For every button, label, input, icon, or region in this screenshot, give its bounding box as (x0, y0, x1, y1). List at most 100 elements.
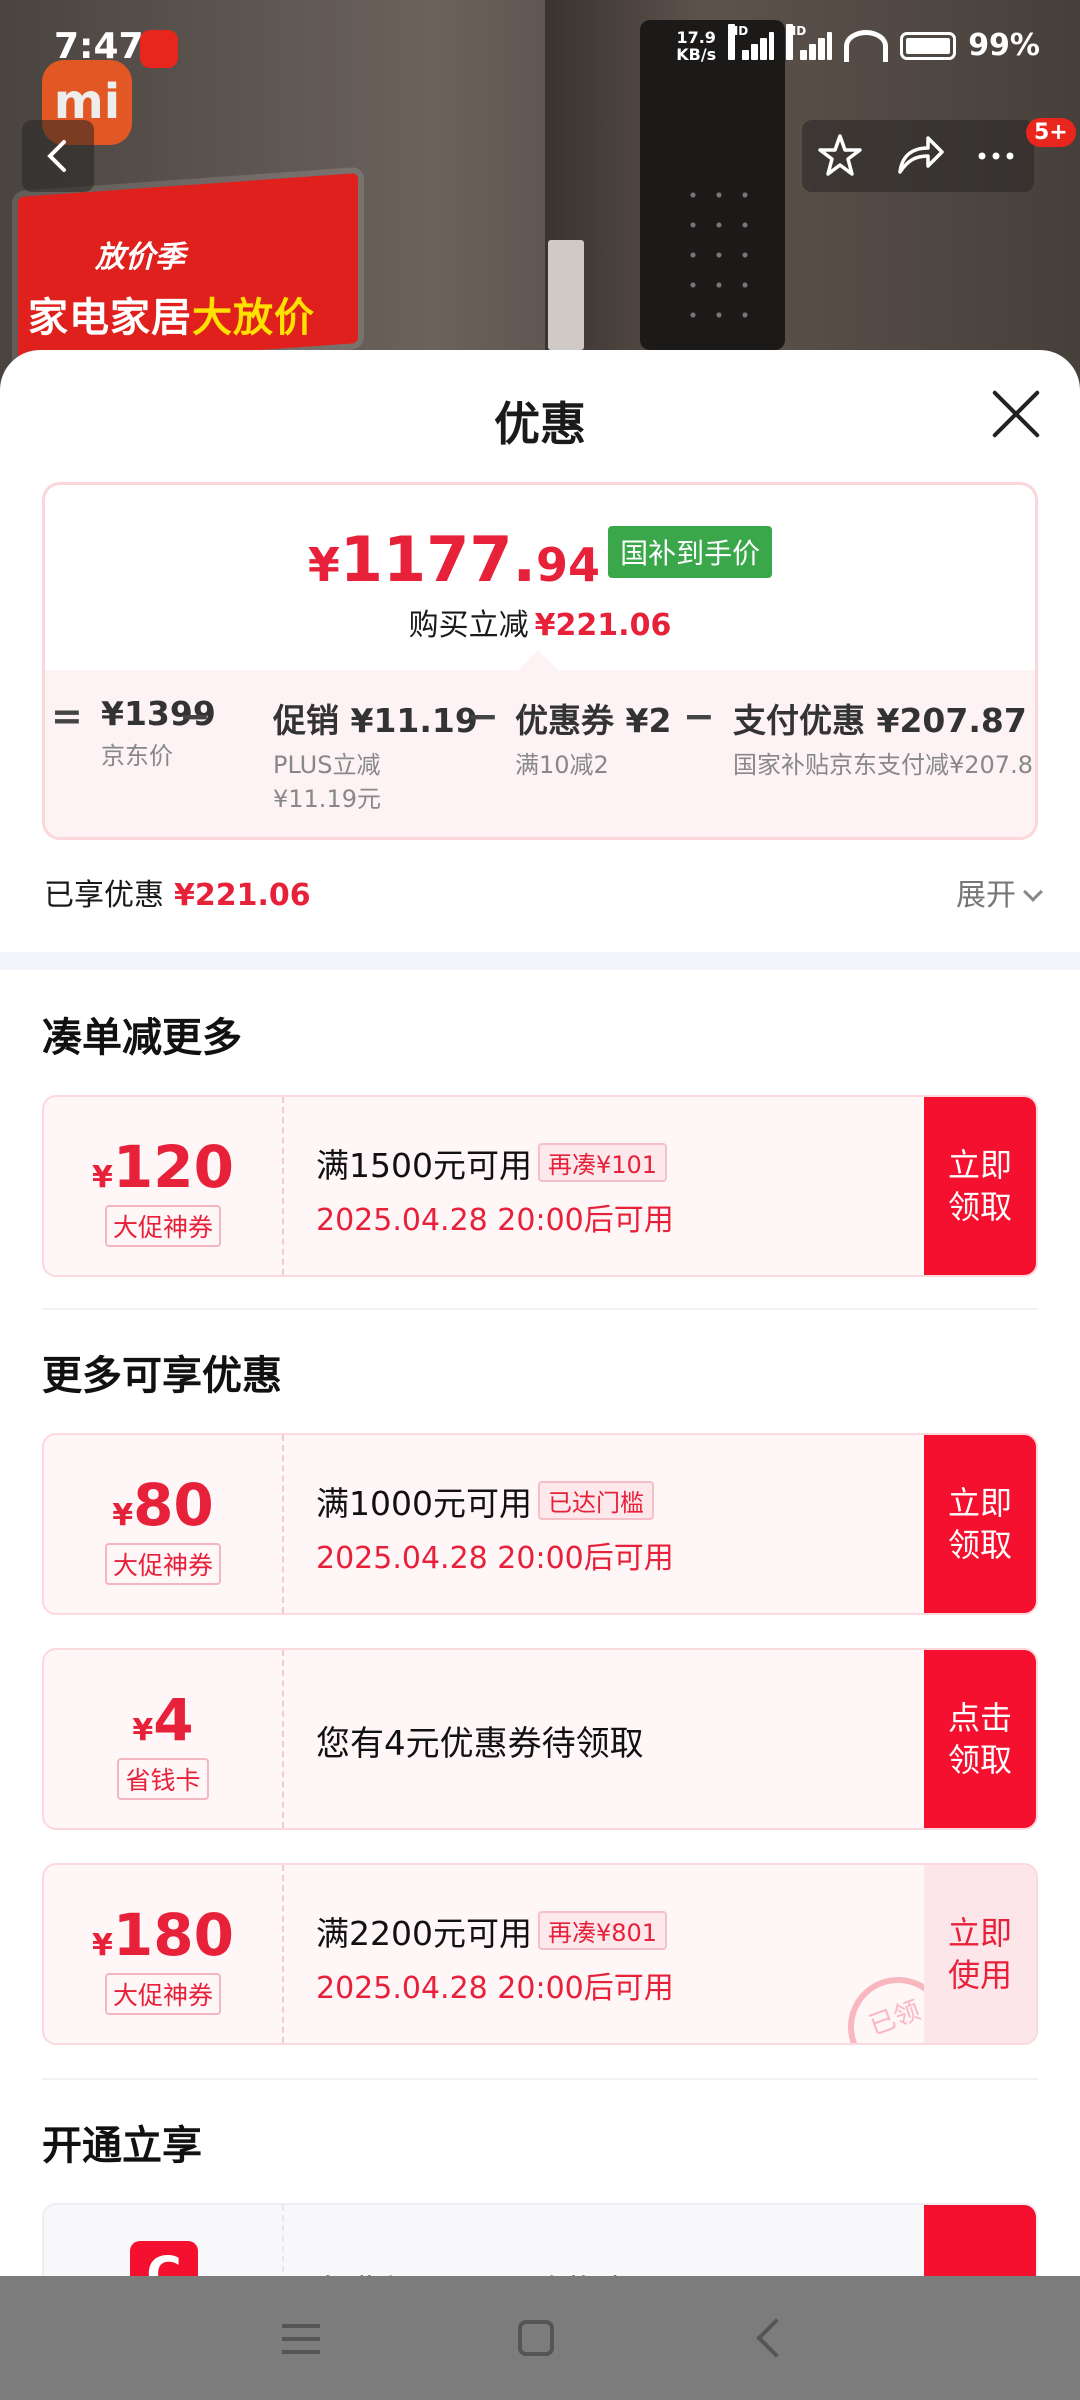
promo-banner-main-a: 家电家居 (28, 295, 192, 341)
wifi-icon (844, 29, 889, 62)
chevron-down-icon (1023, 882, 1043, 902)
breakdown-sub: PLUS立减 ¥11.19元 (273, 748, 478, 816)
price-summary-card: ¥1177.94 国补到手价 购买立减 ¥221.06 = ¥1399 京东价 − … (42, 482, 1038, 840)
breakdown-sub: 满10减2 (515, 751, 609, 779)
section-separator (42, 2078, 1038, 2080)
close-icon[interactable] (988, 386, 1044, 442)
top-action-bar (802, 120, 1034, 192)
final-price-currency: ¥ (307, 538, 340, 592)
breakdown-item-promotion: 促销 ¥11.19 PLUS立减 ¥11.19元 (273, 694, 478, 816)
more-dots-icon (978, 152, 1014, 160)
expand-label: 展开 (956, 878, 1016, 913)
breakdown-sub-line2: ¥11.19元 (273, 785, 381, 813)
network-speed: 17.9 KB/s (676, 29, 716, 63)
coupon-condition: 满2200元可用 (316, 1914, 532, 1953)
coupon-details: 满1000元可用 已达门槛 2025.04.28 20:00后可用 (316, 1477, 674, 1577)
breakdown-sub: 国家补贴京东支付减¥207.8 (733, 751, 1033, 779)
claim-coupon-button[interactable]: 立即 领取 (924, 1097, 1036, 1275)
purchase-reduction-value: ¥221.06 (534, 608, 672, 643)
share-button[interactable] (880, 120, 956, 192)
section-divider (0, 952, 1080, 970)
claim-coupon-button[interactable]: 立即 领取 (924, 1435, 1036, 1613)
coupon-amount: ¥180 (44, 1901, 282, 1969)
notification-badge: 5+ (1026, 118, 1076, 147)
promo-banner-main: 家电家居大放价 (28, 285, 315, 343)
home-icon[interactable] (518, 2320, 554, 2356)
breakdown-minus: − (179, 694, 211, 738)
status-bar: 7:47 17.9 KB/s HD HD 99% (0, 0, 1080, 100)
final-price-integer: 1177. (339, 523, 537, 596)
coupon-condition: 您有4元优惠券待领取 (316, 1724, 644, 1764)
door-plate (548, 240, 584, 350)
coupon-kind: 大促神券 (104, 1543, 221, 1585)
coupon-amount-value: 80 (133, 1471, 214, 1539)
breakdown-value: 支付优惠 ¥207.87 (733, 701, 1027, 740)
promo-banner-top: 放价季 (95, 240, 185, 275)
coupon-card: ¥4 省钱卡 您有4元优惠券待领取 点击 领取 (42, 1648, 1038, 1830)
coupon-currency: ¥ (92, 1928, 113, 1963)
coupon-kind: 省钱卡 (117, 1758, 209, 1800)
breakdown-equals: = (51, 694, 83, 738)
coupon-kind: 大促神券 (104, 1973, 221, 2015)
coupon-condition: 满1000元可用 (316, 1484, 532, 1523)
enjoyed-label: 已享优惠 (44, 878, 164, 913)
coupon-card: ¥120 大促神券 满1500元可用 再凑¥101 2025.04.28 20:0… (42, 1095, 1038, 1277)
sheet-title: 优惠 (494, 397, 586, 451)
open-now-button[interactable]: 立即 (924, 2205, 1036, 2280)
enjoyed-discount: 已享优惠 ¥221.06 (44, 870, 311, 914)
app-notification-icon (140, 30, 178, 68)
promo-banner-main-b: 大放价 (192, 295, 315, 341)
final-price-decimal: 94 (536, 538, 601, 592)
open-card-icon-block: C (44, 2205, 284, 2280)
subsidy-price-tag: 国补到手价 (608, 526, 773, 578)
breakdown-item-payment: 支付优惠 ¥207.87 国家补贴京东支付减¥207.8 (733, 694, 1033, 782)
coupon-value-block: ¥80 大促神券 (44, 1435, 284, 1613)
status-right: 17.9 KB/s HD HD 99% (676, 23, 1040, 63)
section-title-more: 更多可享优惠 (42, 1353, 282, 1399)
battery-percent: 99% (968, 28, 1040, 63)
status-time: 7:47 (54, 26, 144, 67)
coupon-currency: ¥ (112, 1498, 134, 1533)
breakdown-value: 优惠券 ¥2 (515, 701, 672, 740)
final-price-row: ¥1177.94 国补到手价 (45, 523, 1035, 596)
more-button[interactable] (958, 120, 1034, 192)
coupon-value-block: ¥4 省钱卡 (44, 1650, 284, 1828)
breakdown-sub: 京东价 (101, 742, 173, 770)
smart-lock-keypad (680, 180, 760, 330)
star-icon (818, 134, 862, 176)
breakdown-value: 促销 ¥11.19 (273, 701, 478, 740)
price-breakdown: = ¥1399 京东价 − 促销 ¥11.19 PLUS立减 ¥11.19元 − … (45, 670, 1035, 837)
recent-apps-icon[interactable] (282, 2324, 320, 2354)
coupon-condition: 满1500元可用 (316, 1146, 532, 1185)
favorite-button[interactable] (802, 120, 878, 192)
open-card: C 免费得7040元购物券 立即 (42, 2203, 1038, 2280)
signal-hd-label-2: HD (786, 23, 806, 60)
expand-button[interactable]: 展开 (956, 870, 1043, 914)
section-separator (42, 1308, 1038, 1310)
breakdown-sub-line1: PLUS立减 (273, 751, 381, 779)
coupon-chip: 已达门槛 (537, 1481, 654, 1520)
enjoyed-value: ¥221.06 (174, 878, 311, 913)
breakdown-minus: − (683, 694, 715, 738)
claim-coupon-button[interactable]: 点击 领取 (924, 1650, 1036, 1828)
coupon-details: 满1500元可用 再凑¥101 2025.04.28 20:00后可用 (316, 1139, 674, 1239)
discount-sheet: 优惠 ¥1177.94 国补到手价 购买立减 ¥221.06 = ¥1399 京东价… (0, 350, 1080, 2280)
purchase-reduction: 购买立减 ¥221.06 (45, 600, 1035, 644)
system-nav-bar (0, 2276, 1080, 2400)
network-speed-value: 17.9 (676, 27, 716, 47)
purchase-reduction-label: 购买立减 (408, 608, 529, 643)
coupon-amount: ¥80 (44, 1471, 282, 1539)
coupon-amount-value: 120 (112, 1133, 234, 1201)
coupon-date: 2025.04.28 20:00后可用 (316, 1203, 674, 1238)
chevron-left-icon (47, 140, 66, 172)
coupon-chip: 再凑¥101 (537, 1143, 668, 1182)
coupon-amount-value: 180 (112, 1901, 234, 1969)
back-button[interactable] (22, 120, 94, 192)
back-icon[interactable] (756, 2318, 796, 2358)
section-title-open: 开通立享 (42, 2123, 202, 2169)
coupon-date: 2025.04.28 20:00后可用 (316, 1541, 674, 1576)
battery-icon (900, 31, 957, 60)
coupon-value-block: ¥180 大促神券 (44, 1865, 284, 2043)
use-coupon-button[interactable]: 立即 使用 (924, 1865, 1036, 2043)
coupon-card: ¥80 大促神券 满1000元可用 已达门槛 2025.04.28 20:00后可… (42, 1433, 1038, 1615)
